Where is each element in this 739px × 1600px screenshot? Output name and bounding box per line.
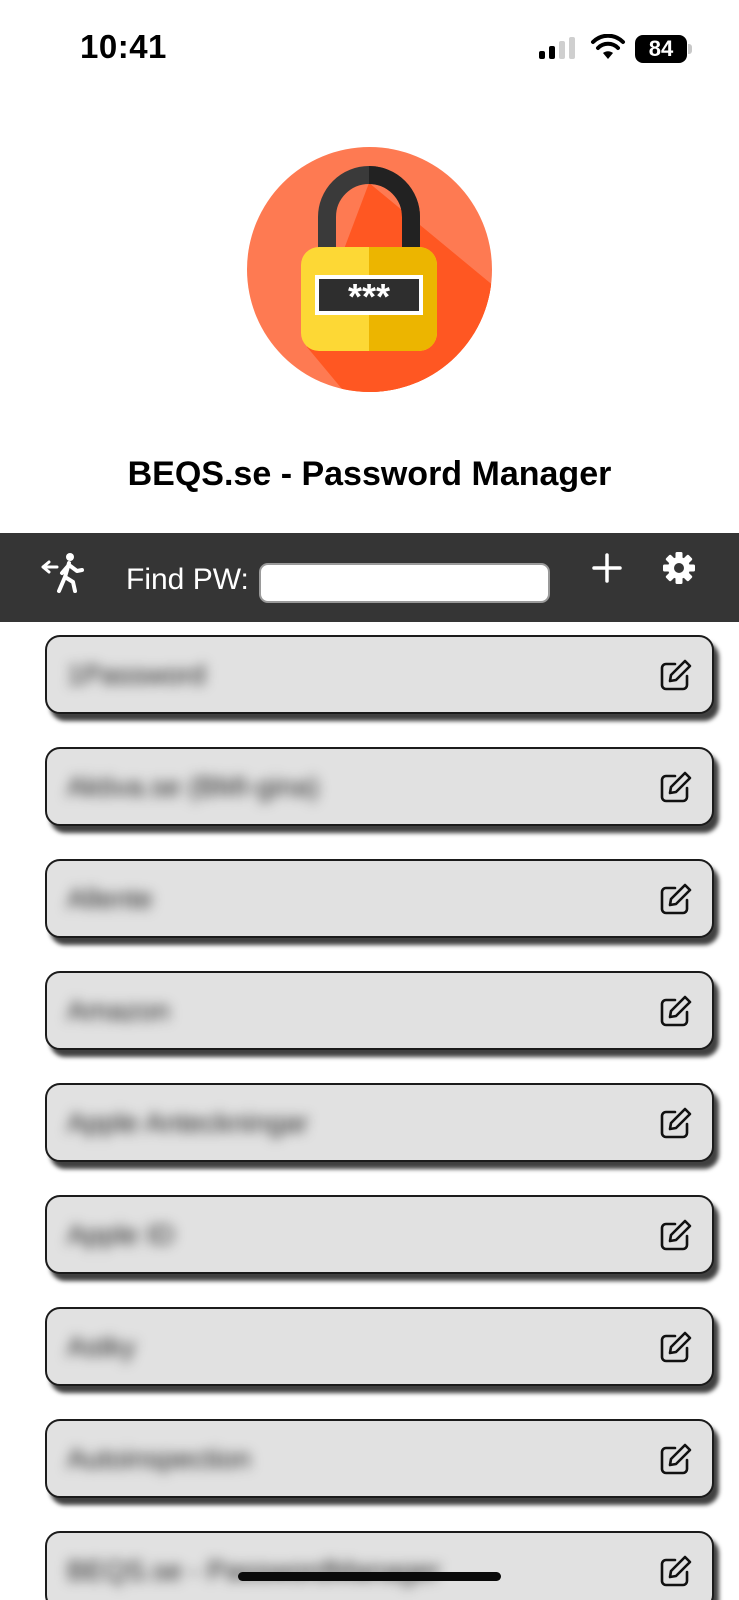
password-list: 1Password Aktiva.se (BMI-gina) Allente A… xyxy=(0,622,739,1600)
edit-icon[interactable] xyxy=(658,1329,694,1365)
password-entry[interactable]: BEQS.se - PasswordManager xyxy=(45,1531,714,1600)
edit-icon[interactable] xyxy=(658,1217,694,1253)
logo-asterisks: *** xyxy=(348,276,390,317)
password-entry[interactable]: Amazon xyxy=(45,971,714,1050)
edit-icon[interactable] xyxy=(658,1441,694,1477)
edit-icon[interactable] xyxy=(658,1105,694,1141)
home-indicator[interactable] xyxy=(238,1572,501,1581)
add-icon[interactable] xyxy=(591,552,623,584)
padlock-logo: *** xyxy=(247,147,492,392)
password-entry[interactable]: 1Password xyxy=(45,635,714,714)
battery-level: 84 xyxy=(648,36,674,61)
signal-icon xyxy=(539,37,575,59)
logout-icon[interactable] xyxy=(40,551,86,597)
settings-icon[interactable] xyxy=(662,551,696,585)
find-pw-label: Find PW: xyxy=(126,563,249,596)
app-screen: 10:41 84 *** BEQS.se - Password Manager … xyxy=(0,0,739,1600)
password-entry-name: BEQS.se - PasswordManager xyxy=(67,1555,441,1586)
battery-icon: 84 xyxy=(635,35,693,63)
toolbar: Find PW: xyxy=(0,533,739,622)
wifi-icon xyxy=(591,34,625,59)
status-time: 10:41 xyxy=(80,28,167,65)
password-entry-name: Amazon xyxy=(67,995,170,1026)
password-entry-name: 1Password xyxy=(67,659,206,690)
edit-icon[interactable] xyxy=(658,657,694,693)
password-entry[interactable]: Allente xyxy=(45,859,714,938)
password-entry-name: Aktiva.se (BMI-gina) xyxy=(67,771,320,802)
edit-icon[interactable] xyxy=(658,769,694,805)
status-bar: 10:41 84 xyxy=(0,0,739,100)
edit-icon[interactable] xyxy=(658,881,694,917)
edit-icon[interactable] xyxy=(658,993,694,1029)
password-entry[interactable]: Aktiva.se (BMI-gina) xyxy=(45,747,714,826)
edit-icon[interactable] xyxy=(658,1553,694,1589)
password-entry-name: Apple ID xyxy=(67,1219,175,1250)
password-entry[interactable]: Astky xyxy=(45,1307,714,1386)
password-entry[interactable]: Apple Anteckningar xyxy=(45,1083,714,1162)
password-entry[interactable]: Autoinspection xyxy=(45,1419,714,1498)
app-title: BEQS.se - Password Manager xyxy=(127,455,612,493)
password-entry-name: Allente xyxy=(67,883,153,914)
search-input[interactable] xyxy=(259,563,550,603)
password-entry[interactable]: Apple ID xyxy=(45,1195,714,1274)
password-entry-name: Autoinspection xyxy=(67,1443,251,1474)
password-entry-name: Apple Anteckningar xyxy=(67,1107,309,1138)
password-entry-name: Astky xyxy=(67,1331,136,1362)
